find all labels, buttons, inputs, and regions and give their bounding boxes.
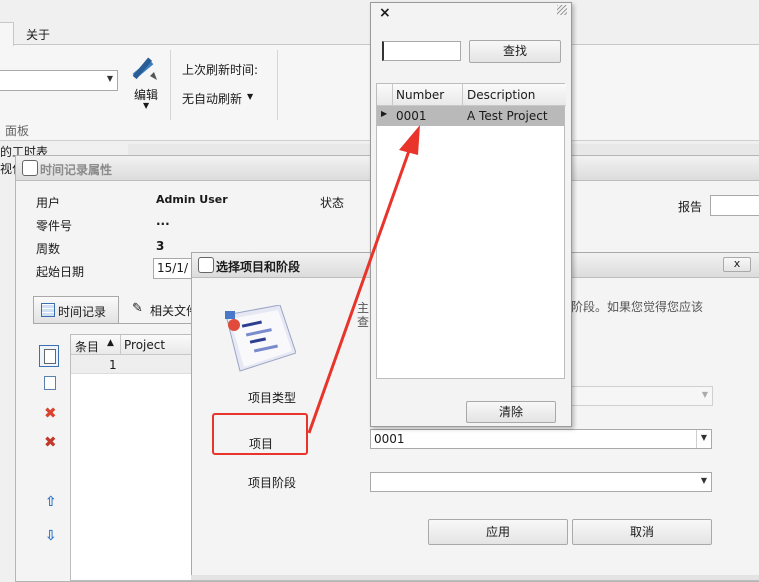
annotation-arrow [307, 125, 420, 434]
